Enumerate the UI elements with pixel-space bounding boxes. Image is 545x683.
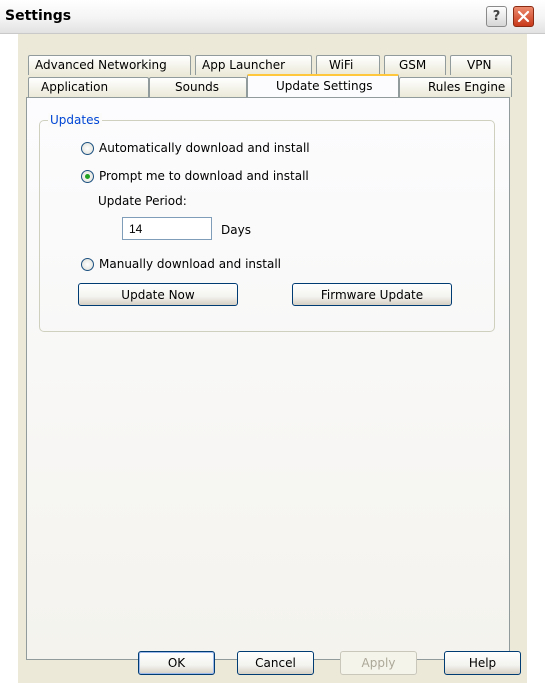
update-period-input[interactable] [122,217,212,240]
tab-label: Rules Engine [428,80,506,94]
window-title: Settings [5,8,72,24]
radio-button[interactable] [81,257,94,271]
title-bar[interactable]: Settings ? [0,0,545,34]
close-title-button[interactable] [513,6,534,27]
settings-dialog: Advanced Networking App Launcher WiFi GS… [18,34,527,683]
tab-rules-engine[interactable]: Rules Engine [399,77,512,97]
radio-button-checked[interactable] [81,169,94,183]
tab-label: Advanced Networking [35,58,167,72]
apply-button[interactable]: Apply [340,651,417,675]
tab-label: Application [41,80,109,94]
radio-prompt-install[interactable]: Prompt me to download and install [81,169,309,183]
radio-manual-install[interactable]: Manually download and install [81,257,281,271]
tab-gsm[interactable]: GSM [384,55,446,75]
radio-label: Automatically download and install [99,141,310,155]
tab-label: Update Settings [276,79,373,93]
cancel-button[interactable]: Cancel [237,651,314,675]
tab-label: WiFi [329,58,354,72]
radio-button[interactable] [81,141,94,155]
tab-app-launcher[interactable]: App Launcher [195,55,312,75]
update-now-button[interactable]: Update Now [78,283,238,306]
close-icon [517,10,530,23]
update-period-label: Update Period: [98,194,187,208]
radio-label: Prompt me to download and install [99,169,309,183]
tab-label: GSM [399,58,427,72]
tab-label: Sounds [175,80,220,94]
help-button[interactable]: Help [444,651,521,675]
ok-button[interactable]: OK [138,651,215,675]
updates-group-label: Updates [48,113,102,127]
tab-sounds[interactable]: Sounds [149,77,247,97]
updates-group: Updates Automatically download and insta… [39,113,495,332]
tab-label: App Launcher [202,58,286,72]
tab-label: VPN [467,58,492,72]
tab-application[interactable]: Application [28,77,149,97]
period-unit-label: Days [221,223,251,237]
tab-wifi[interactable]: WiFi [316,55,380,75]
firmware-update-button[interactable]: Firmware Update [292,283,452,306]
tab-advanced-networking[interactable]: Advanced Networking [28,55,191,75]
tab-vpn[interactable]: VPN [450,55,512,75]
tab-update-settings[interactable]: Update Settings [247,74,399,98]
update-settings-panel: Updates Automatically download and insta… [26,97,510,660]
question-mark-icon: ? [492,9,501,24]
radio-label: Manually download and install [99,257,282,271]
radio-auto-install[interactable]: Automatically download and install [81,141,310,155]
help-title-button[interactable]: ? [486,6,507,27]
